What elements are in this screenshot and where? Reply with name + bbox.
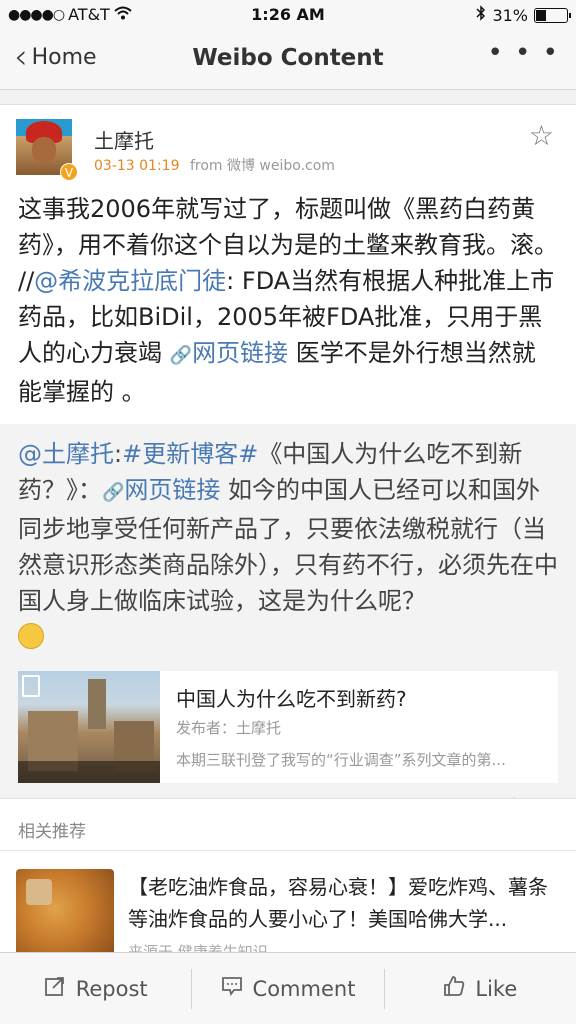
post-source: 微博 weibo.com [226,158,335,174]
repost-web-link-label: 网页链接 [124,476,221,504]
hashtag-link[interactable]: #更新博客# [122,440,258,468]
mention-link[interactable]: @希波克拉底门徒 [34,267,226,295]
repost-text: @土摩托:#更新博客#《中国人为什么吃不到新药？》：🔗网页链接 如今的中国人已经… [18,436,558,659]
post-meta: 03-13 01:19 from 微博 weibo.com [94,155,335,175]
related-section: 相关推荐 【老吃油炸食品，容易心衰！】爱吃炸鸡、薯条等油炸食品的人要小心了！美国… [0,798,576,961]
from-label: from [189,158,223,174]
like-label: Like [475,976,518,1001]
reposted-content[interactable]: @土摩托:#更新博客#《中国人为什么吃不到新药？》：🔗网页链接 如今的中国人已经… [0,424,576,849]
battery-percent: 31% [492,5,528,25]
web-link[interactable]: 🔗网页链接 [170,339,288,367]
status-bar: ●●●●○ AT&T 1:26 AM 31% [0,0,576,30]
thumbs-up-icon [443,975,465,1003]
repost-mention-link[interactable]: @土摩托 [18,440,114,468]
article-description: 本期三联刊登了我写的“行业调查”系列文章的第... [176,751,506,769]
verified-badge-icon: V [60,163,78,181]
favorite-star-icon[interactable]: ☆ [529,119,554,152]
related-item-title: 【老吃油炸食品，容易心衰！】爱吃炸鸡、薯条等油炸食品的人要小心了！美国哈佛大学.… [128,875,548,931]
repost-button[interactable]: Repost [0,969,191,1009]
comment-button[interactable]: Comment [191,968,383,1009]
post-author-row: V 土摩托 03-13 01:19 from 微博 weibo.com ☆ [0,105,576,181]
like-button[interactable]: Like [383,968,576,1009]
nav-bar: ‹ Home Weibo Content • • • [0,30,576,90]
bottom-toolbar: Repost Comment Like [0,952,576,1024]
article-title: 中国人为什么吃不到新药? [176,687,407,711]
link-icon: 🔗 [102,482,125,503]
article-card[interactable]: 中国人为什么吃不到新药? 发布者：土摩托 本期三联刊登了我写的“行业调查”系列文… [18,671,558,783]
thinking-emoji-icon [18,623,44,649]
article-icon [22,675,40,697]
weibo-post: V 土摩托 03-13 01:19 from 微博 weibo.com ☆ 这事… [0,104,576,849]
author-name[interactable]: 土摩托 [94,125,154,154]
repost-icon [44,975,66,1003]
related-item-thumbnail [16,869,114,957]
article-thumbnail [18,671,160,783]
post-time: 03-13 01:19 [94,158,180,174]
related-item[interactable]: 【老吃油炸食品，容易心衰！】爱吃炸鸡、薯条等油炸食品的人要小心了！美国哈佛大学.… [0,851,576,961]
comment-icon [221,975,243,1003]
post-text: 这事我2006年就写过了，标题叫做《黑药白药黄药》，用不着你这个自以为是的土鳖来… [0,181,576,424]
repost-web-link[interactable]: 🔗网页链接 [102,476,220,504]
more-options-icon[interactable]: • • • [487,38,560,68]
repost-separator: : [114,440,123,468]
comment-label: Comment [252,976,356,1001]
related-section-title: 相关推荐 [0,799,576,851]
bluetooth-icon [476,5,486,25]
link-icon: 🔗 [169,345,193,366]
web-link-label: 网页链接 [192,339,289,367]
repost-label: Repost [75,976,148,1001]
article-publisher: 发布者：土摩托 [176,719,282,737]
battery-icon [534,7,571,23]
